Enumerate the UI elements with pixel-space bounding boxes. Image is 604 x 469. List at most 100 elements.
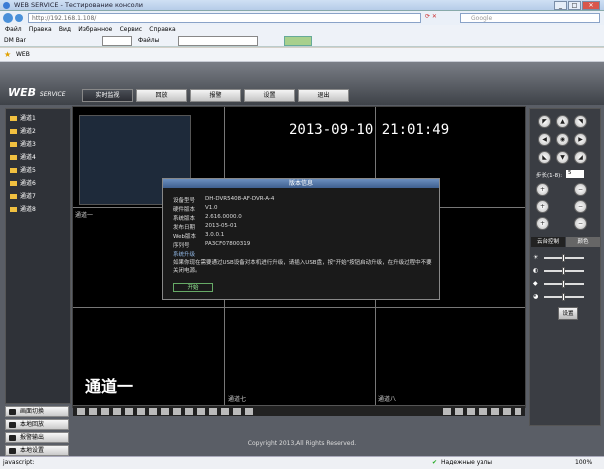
hue-slider[interactable]: [544, 293, 584, 301]
screen-switch-button[interactable]: 画面切换: [5, 406, 69, 417]
command-bar: DM Bar Файлы: [0, 35, 604, 47]
toolbar-dropdown[interactable]: [178, 36, 258, 46]
rating-widget[interactable]: [284, 36, 312, 46]
channel-item[interactable]: 通道8: [10, 204, 68, 215]
camera-icon: [10, 116, 17, 121]
ptz-down[interactable]: ▼: [556, 151, 569, 164]
dialog-value: 3.0.0.1: [205, 232, 225, 238]
zoom-in-icon[interactable]: +: [536, 183, 549, 196]
camera-icon: [10, 194, 17, 199]
app-header: WEB SERVICE 实时监视 回放 报警 设置 退出: [0, 62, 604, 105]
browser-statusbar: javascript: ✔ Надежные узлы 100%: [0, 456, 604, 469]
channel-item[interactable]: 通道3: [10, 139, 68, 150]
dialog-label: 发布日期: [173, 225, 196, 231]
favorites-tab[interactable]: WEB: [16, 51, 30, 58]
dm-bar[interactable]: DM Bar: [4, 37, 26, 44]
local-playback-button[interactable]: 本地回放: [5, 419, 69, 430]
address-bar: http://192.168.1.108/ ⟳ ✕ Google: [0, 11, 604, 25]
channel-item[interactable]: 通道2: [10, 126, 68, 137]
contrast-icon: ◐: [533, 267, 539, 274]
url-input[interactable]: http://192.168.1.108/: [28, 13, 421, 23]
maximize-button[interactable]: □: [568, 1, 581, 10]
dialog-value: V1.0: [205, 205, 218, 211]
control-buttons[interactable]: [443, 408, 521, 415]
tab-color[interactable]: 颜色: [566, 237, 600, 247]
status-text: javascript:: [3, 459, 35, 466]
forward-icon[interactable]: [15, 14, 23, 22]
brightness-slider[interactable]: [544, 254, 584, 262]
settings-button[interactable]: 设置: [558, 307, 578, 320]
phone-icon: [9, 422, 16, 428]
step-label: 步长(1-8):: [536, 173, 563, 179]
tab-logout[interactable]: 退出: [298, 89, 349, 102]
version-dialog: 版本信息 设备型号 DH-DVR5408-AF-DVR-A-4 硬件版本 V1.…: [162, 178, 440, 300]
channel-item[interactable]: 通道7: [10, 191, 68, 202]
grid-line: [73, 307, 525, 308]
search-input[interactable]: Google: [460, 13, 600, 23]
channel-overlay: 通道一: [85, 377, 134, 396]
ptz-up-left[interactable]: ◤: [538, 115, 551, 128]
menu-tools[interactable]: Сервис: [120, 25, 142, 35]
dialog-label: 硬件版本: [173, 207, 196, 213]
ptz-up-right[interactable]: ◥: [574, 115, 587, 128]
tab-ptz[interactable]: 云台控制: [531, 237, 565, 247]
start-button[interactable]: 开始: [173, 283, 213, 292]
security-zone: Надежные узлы: [441, 459, 493, 466]
logo: WEB SERVICE: [8, 86, 66, 99]
toolbar-field[interactable]: [102, 36, 132, 46]
saturation-slider[interactable]: [544, 280, 584, 288]
camera-icon: [10, 168, 17, 173]
zoom-level[interactable]: 100%: [575, 459, 592, 466]
tab-alarm[interactable]: 报警: [190, 89, 241, 102]
ie-icon: [3, 2, 10, 9]
menu-bar: Файл Правка Вид Избранное Сервис Справка: [0, 25, 604, 35]
tab-live[interactable]: 实时监视: [82, 89, 133, 102]
ptz-up[interactable]: ▲: [556, 115, 569, 128]
ptz-down-left[interactable]: ◣: [538, 151, 551, 164]
ptz-center[interactable]: ◉: [556, 133, 569, 146]
menu-file[interactable]: Файл: [5, 25, 22, 35]
video-toolbar: [73, 405, 525, 416]
close-button[interactable]: ✕: [582, 1, 600, 10]
iris-open-icon[interactable]: +: [536, 217, 549, 230]
camera-icon: [10, 181, 17, 186]
layout-buttons[interactable]: [77, 408, 257, 415]
focus-far-icon[interactable]: −: [574, 200, 587, 213]
favorites-bar: ★ WEB: [0, 48, 604, 62]
channel-item[interactable]: 通道4: [10, 152, 68, 163]
channel-item[interactable]: 通道6: [10, 178, 68, 189]
refresh-stop-icons[interactable]: ⟳ ✕: [425, 13, 457, 23]
menu-help[interactable]: Справка: [149, 25, 175, 35]
trusted-zone-icon: ✔: [432, 459, 438, 466]
back-icon[interactable]: [3, 13, 13, 23]
dialog-value: 2013-05-01: [205, 223, 237, 229]
ptz-down-right[interactable]: ◢: [574, 151, 587, 164]
channel-item[interactable]: 通道1: [10, 113, 68, 124]
dialog-label: Web版本: [173, 234, 196, 240]
tab-playback[interactable]: 回放: [136, 89, 187, 102]
menu-edit[interactable]: Правка: [29, 25, 52, 35]
osd-timestamp: 2013-09-10 21:01:49: [289, 122, 450, 138]
dialog-value: 2.616.0000.0: [205, 214, 242, 220]
star-icon[interactable]: ★: [4, 50, 11, 59]
focus-near-icon[interactable]: +: [536, 200, 549, 213]
camera-icon: [10, 207, 17, 212]
iris-close-icon[interactable]: −: [574, 217, 587, 230]
web-service-page: WEB SERVICE 实时监视 回放 报警 设置 退出 通道1 通道2 通道3…: [0, 62, 604, 456]
ptz-right[interactable]: ▶: [574, 133, 587, 146]
tab-setup[interactable]: 设置: [244, 89, 295, 102]
channel-list: 通道1 通道2 通道3 通道4 通道5 通道6 通道7 通道8: [5, 108, 71, 404]
step-select[interactable]: 5: [566, 170, 584, 178]
dialog-value: PA3CF07800319: [205, 241, 251, 247]
hue-icon: ◕: [533, 293, 539, 300]
contrast-slider[interactable]: [544, 267, 584, 275]
dialog-title: 版本信息: [163, 179, 439, 188]
menu-favorites[interactable]: Избранное: [78, 25, 112, 35]
zoom-out-icon[interactable]: −: [574, 183, 587, 196]
files-menu[interactable]: Файлы: [138, 37, 159, 44]
dialog-label: 系统版本: [173, 216, 196, 222]
ptz-left[interactable]: ◀: [538, 133, 551, 146]
channel-item[interactable]: 通道5: [10, 165, 68, 176]
minimize-button[interactable]: _: [554, 1, 567, 10]
menu-view[interactable]: Вид: [59, 25, 71, 35]
